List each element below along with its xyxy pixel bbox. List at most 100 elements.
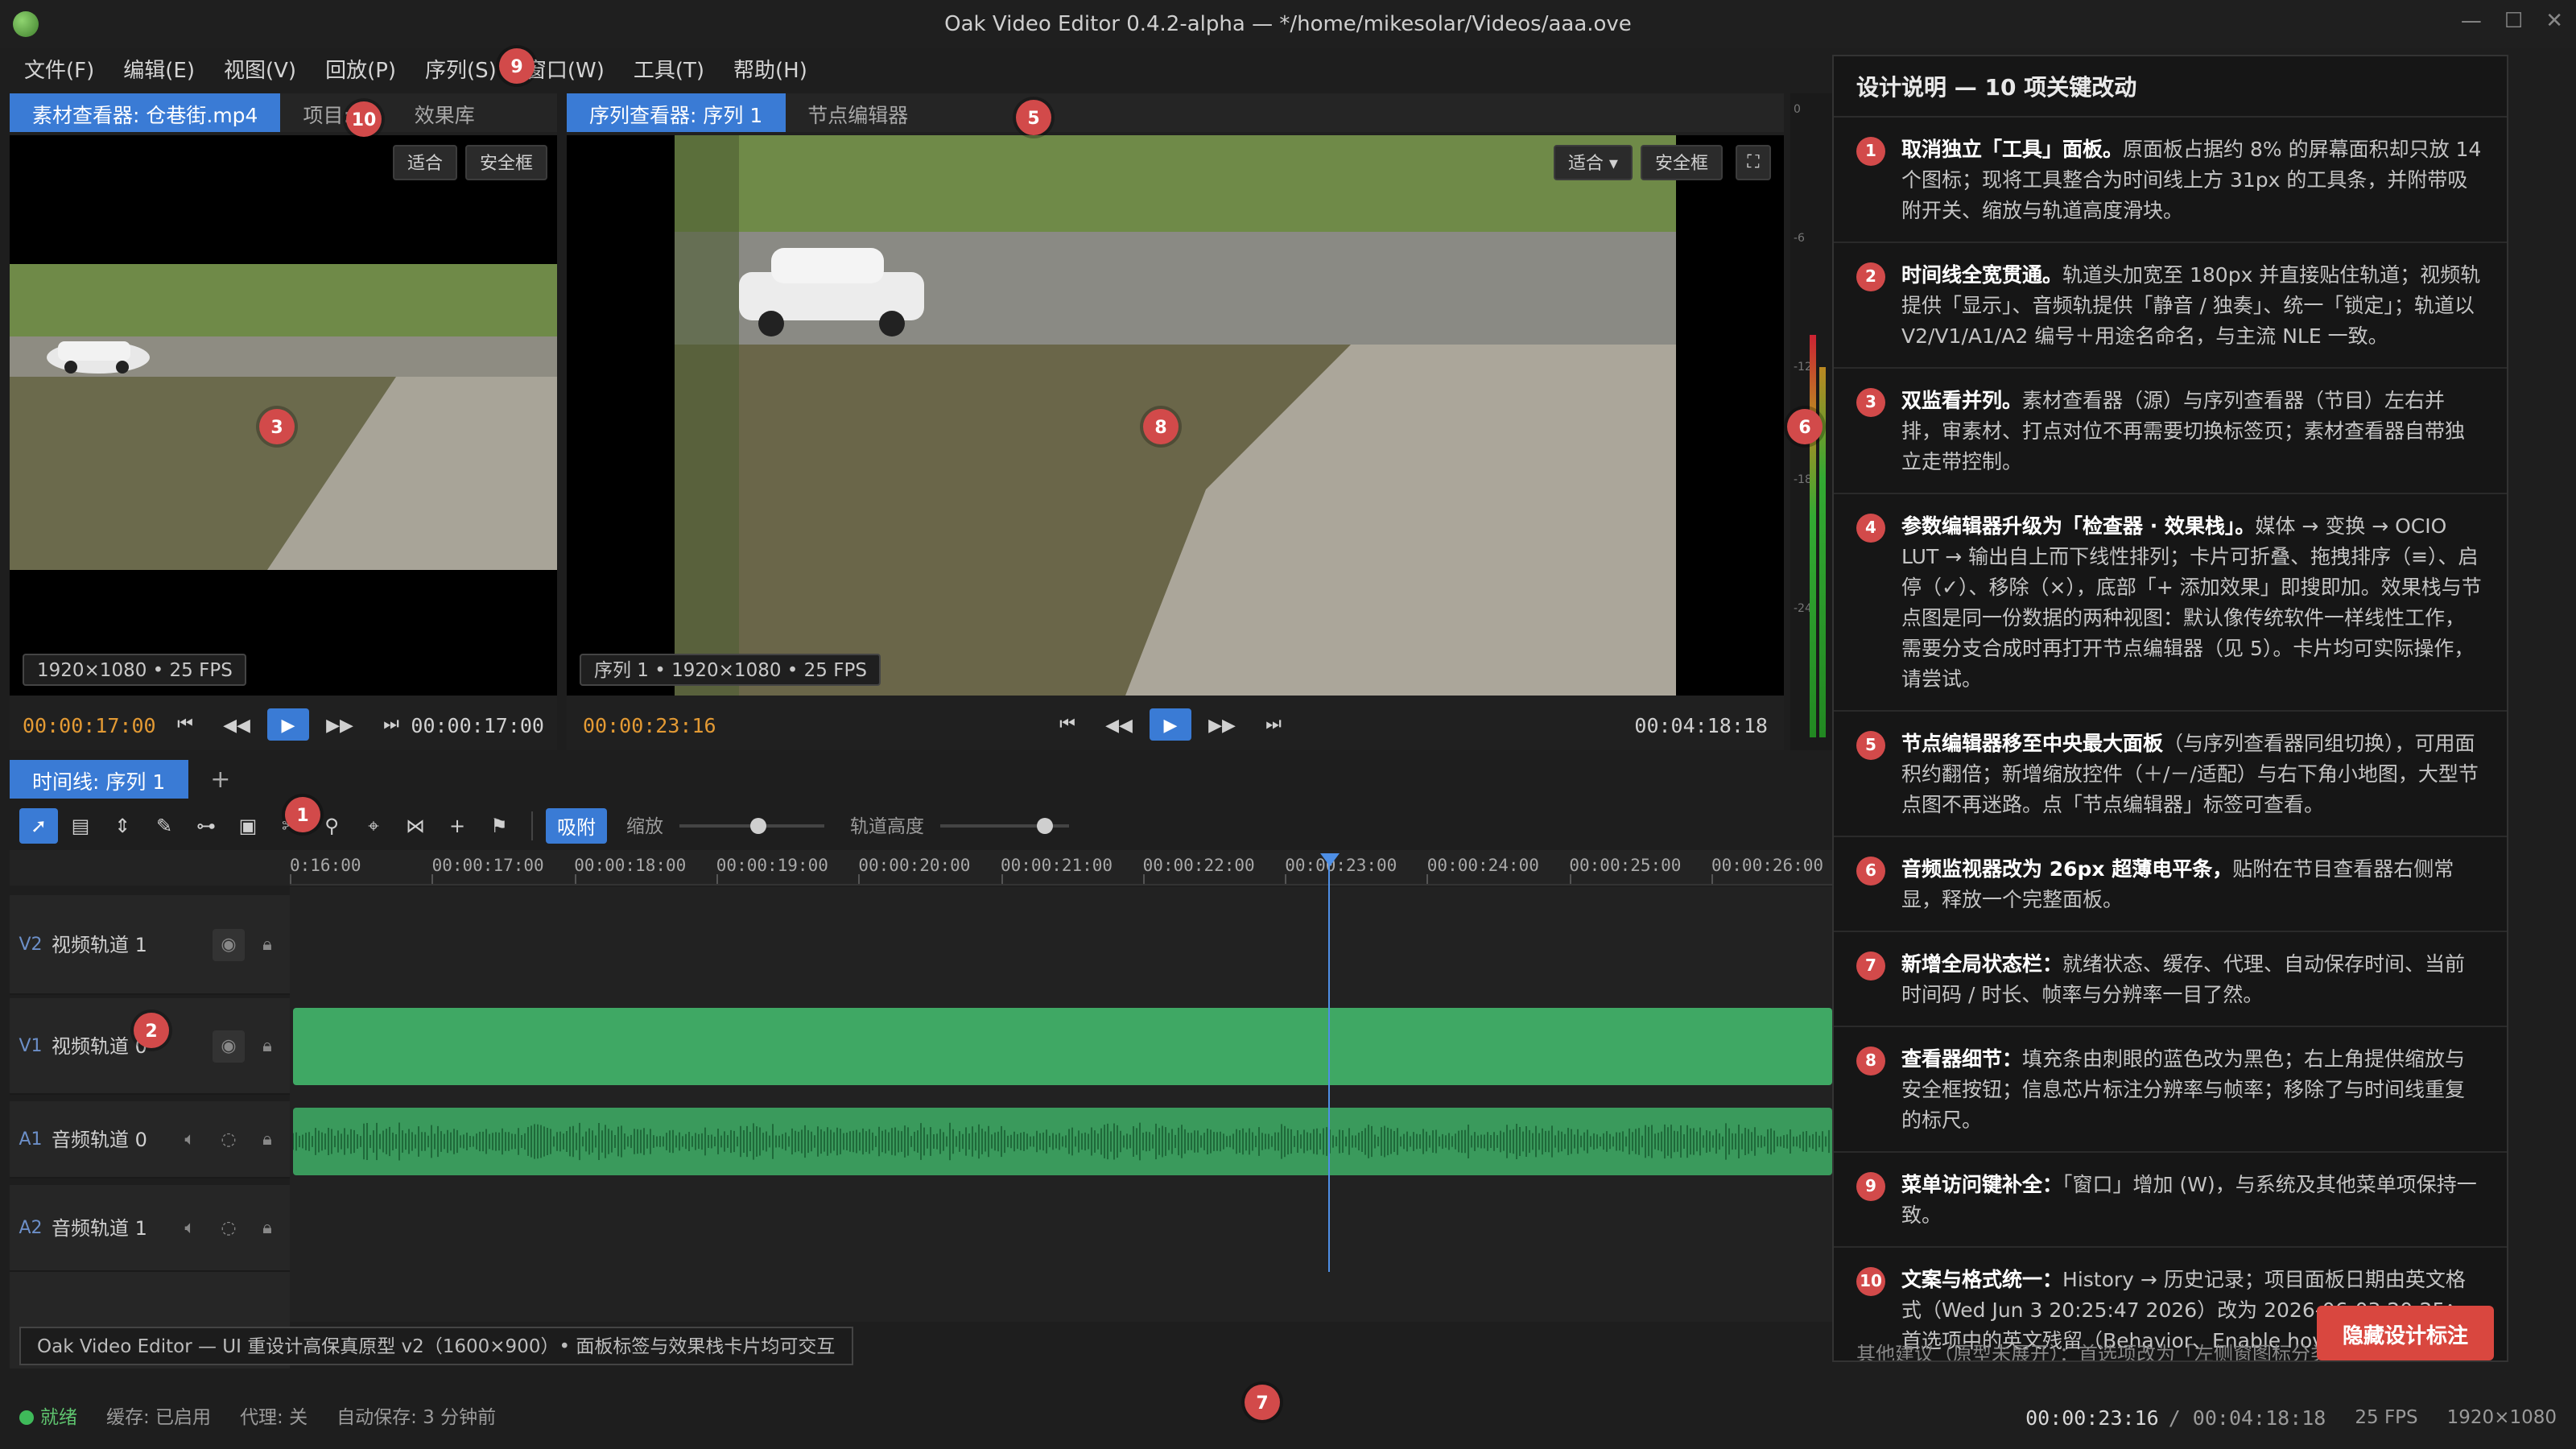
add-icon[interactable]: + bbox=[438, 808, 477, 844]
program-timecode-duration: 00:04:18:18 bbox=[1634, 713, 1768, 737]
annotation-marker[interactable]: 5 bbox=[1016, 100, 1051, 135]
minimize-icon[interactable]: — bbox=[2461, 10, 2482, 34]
skip-end-icon[interactable]: ⏭ bbox=[370, 708, 412, 741]
notes-list: 1 取消独立「工具」面板。原面板占据约 8% 的屏幕面积却只放 14 个图标；现将… bbox=[1834, 118, 2507, 1360]
annotation-marker[interactable]: 7 bbox=[1245, 1385, 1280, 1420]
fast-forward-icon[interactable]: ▶▶ bbox=[319, 708, 361, 741]
slide-icon[interactable]: ▣ bbox=[229, 808, 267, 844]
playhead-handle[interactable] bbox=[1320, 853, 1340, 866]
pen-icon[interactable]: ✎ bbox=[145, 808, 184, 844]
pointer-icon[interactable]: ➚ bbox=[19, 808, 58, 844]
lock-icon[interactable]: 🔒︎ bbox=[251, 1212, 283, 1244]
ruler-tick-label: 00:00:21:00 bbox=[1001, 857, 1113, 876]
lock-icon[interactable]: 🔒︎ bbox=[251, 1123, 283, 1155]
cache-status: 缓存: 已启用 bbox=[106, 1406, 212, 1428]
annotation-marker[interactable]: 2 bbox=[134, 1013, 169, 1048]
annotation-marker[interactable]: 9 bbox=[499, 48, 535, 84]
snap-toggle[interactable]: 吸附 bbox=[546, 808, 607, 844]
transition-icon[interactable]: ⌖ bbox=[354, 808, 393, 844]
maximize-icon[interactable]: ☐ bbox=[2504, 10, 2523, 34]
skip-start-icon[interactable]: ⏮ bbox=[164, 708, 206, 741]
solo-icon[interactable]: ◌ bbox=[213, 1212, 245, 1244]
solo-icon[interactable]: ◌ bbox=[213, 1123, 245, 1155]
roll-icon[interactable]: ⋈ bbox=[396, 808, 435, 844]
tab-effects-library[interactable]: 效果库 bbox=[392, 93, 497, 132]
ruler-corner bbox=[10, 850, 290, 886]
play-icon[interactable]: ▶ bbox=[267, 708, 309, 741]
track-height-slider[interactable] bbox=[940, 815, 1069, 837]
menu-file[interactable]: 文件(F) bbox=[10, 52, 109, 83]
audio-waveform bbox=[293, 1122, 1830, 1161]
ruler-tick-label: 00:00:17:00 bbox=[431, 857, 544, 876]
ruler-tick-label: 00:00:23:00 bbox=[1285, 857, 1397, 876]
track-height-slider-handle[interactable] bbox=[1036, 818, 1052, 834]
annotation-marker[interactable]: 3 bbox=[259, 409, 295, 444]
note-number: 8 bbox=[1856, 1046, 1885, 1075]
add-tab-button[interactable]: + bbox=[188, 760, 253, 799]
mute-icon[interactable]: 🔈︎ bbox=[174, 1212, 206, 1244]
hide-annotations-button[interactable]: 隐藏设计标注 bbox=[2316, 1306, 2494, 1360]
timeline-ruler[interactable]: 0:16:00 00:00:17:00 00:00:18:00 00:00:19:00… bbox=[290, 850, 1874, 886]
annotation-marker[interactable]: 8 bbox=[1143, 409, 1179, 444]
lock-icon[interactable]: 🔒︎ bbox=[251, 1030, 283, 1062]
track-name: 音频轨道 1 bbox=[52, 1217, 147, 1240]
waveform-path bbox=[293, 1122, 1830, 1161]
menu-playback[interactable]: 回放(P) bbox=[311, 52, 411, 83]
rewind-icon[interactable]: ◀◀ bbox=[216, 708, 258, 741]
record-icon[interactable]: ⚑ bbox=[480, 808, 518, 844]
menu-view[interactable]: 视图(V) bbox=[209, 52, 311, 83]
autosave-status: 自动保存: 3 分钟前 bbox=[336, 1406, 497, 1428]
eye-icon[interactable]: ◉ bbox=[213, 1030, 245, 1062]
ruler-tick bbox=[431, 874, 434, 884]
zoom-slider[interactable] bbox=[679, 815, 824, 837]
note-item: 3 双监看并列。素材查看器（源）与序列查看器（节目）左右并排，审素材、打点对位不再… bbox=[1834, 369, 2507, 494]
fast-forward-icon[interactable]: ▶▶ bbox=[1201, 708, 1243, 741]
ruler-tick bbox=[1426, 874, 1429, 884]
video-clip[interactable] bbox=[293, 1008, 1832, 1085]
eye-icon[interactable]: ◉ bbox=[213, 928, 245, 960]
ruler-tick bbox=[1142, 874, 1145, 884]
close-icon[interactable]: ✕ bbox=[2545, 10, 2563, 34]
playhead[interactable] bbox=[1328, 853, 1330, 1272]
menu-tools[interactable]: 工具(T) bbox=[619, 52, 719, 83]
tab-sequence-viewer[interactable]: 序列查看器: 序列 1 bbox=[567, 93, 786, 132]
program-safe-frame-button[interactable]: 安全框 bbox=[1641, 145, 1723, 180]
audio-clip[interactable] bbox=[293, 1108, 1832, 1175]
note-number: 3 bbox=[1856, 388, 1885, 417]
ripple-icon[interactable]: ⇕ bbox=[103, 808, 142, 844]
note-body: 媒体 → 变换 → OCIO LUT → 输出自上而下线性排列；卡片可折叠、拖拽… bbox=[1901, 514, 2482, 691]
play-icon[interactable]: ▶ bbox=[1150, 708, 1191, 741]
ruler-tick bbox=[1711, 874, 1713, 884]
track-area[interactable] bbox=[290, 887, 1832, 1322]
menu-help[interactable]: 帮助(H) bbox=[719, 52, 822, 83]
source-safe-frame-button[interactable]: 安全框 bbox=[465, 145, 547, 180]
note-heading: 查看器细节： bbox=[1901, 1046, 2023, 1071]
tab-node-editor[interactable]: 节点编辑器 bbox=[785, 93, 931, 132]
annotation-marker[interactable]: 1 bbox=[285, 797, 320, 832]
menu-sequence[interactable]: 序列(S) bbox=[411, 52, 511, 83]
ruler-tick bbox=[574, 874, 576, 884]
source-tabbar: 素材查看器: 仓巷街.mp4 项目: 1 效果库 bbox=[10, 93, 557, 132]
menu-edit[interactable]: 编辑(E) bbox=[109, 52, 209, 83]
zoom-slider-handle[interactable] bbox=[750, 818, 766, 834]
program-viewer[interactable]: ⛶ 安全框 适合 ▾ 序列 1 • 1920×1080 • 25 FPS bbox=[567, 135, 1784, 696]
fullscreen-icon[interactable]: ⛶ bbox=[1736, 145, 1771, 180]
tab-timeline[interactable]: 时间线: 序列 1 bbox=[10, 760, 188, 799]
mute-icon[interactable]: 🔈︎ bbox=[174, 1123, 206, 1155]
rewind-icon[interactable]: ◀◀ bbox=[1098, 708, 1140, 741]
source-fit-button[interactable]: 适合 bbox=[393, 145, 457, 180]
annotation-marker[interactable]: 10 bbox=[346, 101, 382, 137]
tab-source-viewer[interactable]: 素材查看器: 仓巷街.mp4 bbox=[10, 93, 281, 132]
skip-start-icon[interactable]: ⏮ bbox=[1046, 708, 1088, 741]
program-fit-dropdown[interactable]: 适合 ▾ bbox=[1553, 145, 1633, 180]
track-name: 视频轨道 1 bbox=[52, 934, 147, 956]
note-number: 1 bbox=[1856, 137, 1885, 166]
ready-status-icon bbox=[19, 1410, 34, 1424]
lock-icon[interactable]: 🔒︎ bbox=[251, 928, 283, 960]
skip-end-icon[interactable]: ⏭ bbox=[1253, 708, 1294, 741]
slip-icon[interactable]: ⊶ bbox=[187, 808, 225, 844]
annotation-marker[interactable]: 6 bbox=[1787, 409, 1823, 444]
ruler-tick bbox=[1569, 874, 1571, 884]
ruler-tick-label: 00:00:25:00 bbox=[1569, 857, 1682, 876]
track-select-icon[interactable]: ▤ bbox=[61, 808, 100, 844]
